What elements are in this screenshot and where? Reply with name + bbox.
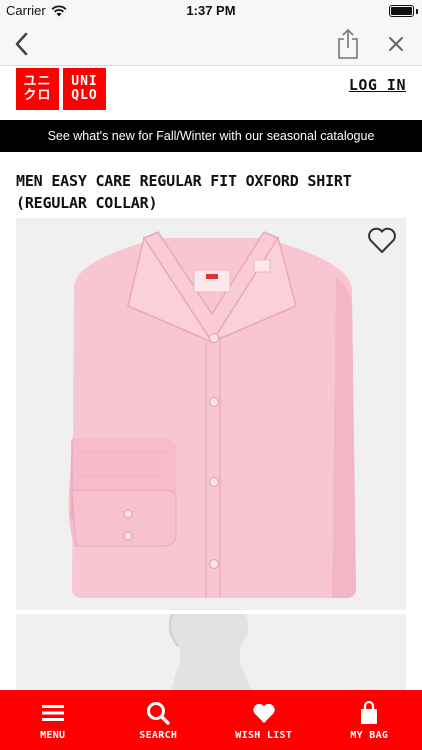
- share-button[interactable]: [334, 28, 362, 60]
- login-link[interactable]: LOG IN: [349, 76, 406, 94]
- chevron-left-icon: [15, 32, 28, 56]
- close-button[interactable]: [384, 32, 408, 56]
- product-title: MEN EASY CARE REGULAR FIT OXFORD SHIRT (…: [16, 170, 406, 214]
- status-time: 1:37 PM: [186, 3, 236, 18]
- bag-icon: [361, 700, 378, 724]
- tab-search[interactable]: SEARCH: [106, 690, 212, 750]
- close-icon: [389, 37, 403, 51]
- menu-icon: [41, 704, 64, 721]
- product-image-2[interactable]: [16, 614, 406, 694]
- site-header: ユニ クロ UNI QLO LOG IN: [0, 66, 422, 116]
- logo-katakana-line2: クロ: [23, 88, 52, 103]
- product-title-line1: MEN EASY CARE REGULAR FIT OXFORD SHIRT: [16, 172, 352, 190]
- logo-latin: UNI QLO: [63, 68, 106, 110]
- tab-menu-label: MENU: [40, 729, 66, 741]
- tab-menu[interactable]: MENU: [0, 690, 106, 750]
- share-icon: [338, 28, 358, 59]
- logo-latin-line2: QLO: [71, 88, 98, 103]
- tab-my-bag[interactable]: MY BAG: [317, 690, 422, 750]
- product-title-line2: (REGULAR COLLAR): [16, 194, 158, 212]
- shirt-image: [68, 231, 356, 598]
- product-image[interactable]: [16, 218, 406, 610]
- mannequin-image: [169, 614, 252, 694]
- back-button[interactable]: [8, 30, 34, 58]
- tab-wish-list-label: WISH LIST: [235, 729, 293, 741]
- promo-banner[interactable]: See what's new for Fall/Winter with our …: [0, 120, 422, 152]
- search-icon: [147, 701, 170, 725]
- bottom-tab-bar: MENU SEARCH WISH LIST MY BAG: [0, 690, 422, 750]
- browser-nav-bar: [0, 22, 422, 66]
- uniqlo-logo[interactable]: ユニ クロ UNI QLO: [16, 68, 106, 110]
- status-bar: Carrier 1:37 PM: [0, 0, 422, 22]
- tab-wish-list[interactable]: WISH LIST: [211, 690, 317, 750]
- heart-icon: [253, 703, 275, 723]
- logo-katakana-line1: ユニ: [23, 74, 52, 89]
- battery-icon: [389, 5, 414, 17]
- promo-text: See what's new for Fall/Winter with our …: [47, 129, 375, 143]
- tab-search-label: SEARCH: [139, 729, 178, 741]
- tab-my-bag-label: MY BAG: [350, 729, 389, 741]
- logo-katakana: ユニ クロ: [16, 68, 59, 110]
- heart-outline-icon[interactable]: [366, 224, 398, 256]
- battery-tip: [416, 9, 418, 14]
- logo-latin-line1: UNI: [71, 74, 98, 89]
